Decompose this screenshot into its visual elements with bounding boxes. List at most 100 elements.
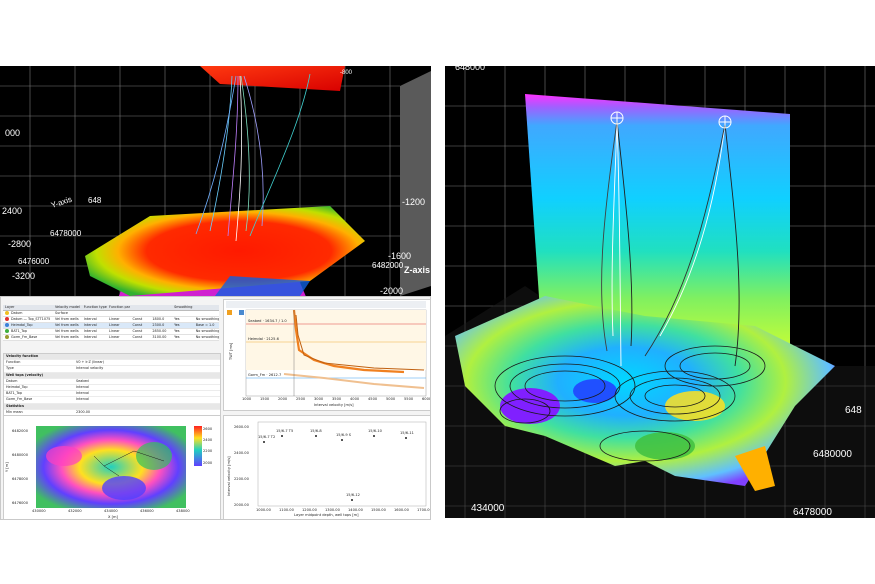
cell[interactable]: Yes: [172, 335, 194, 340]
y-tick-label: 2000.00: [234, 503, 250, 507]
y-tick-label: 2600.00: [234, 425, 250, 429]
y-tick-label: 6482000: [12, 429, 29, 433]
curve-label: Heimdal · 2125.6: [248, 337, 280, 341]
cell[interactable]: Linear: [107, 329, 130, 334]
x-tick-label: 434000: [104, 509, 118, 513]
data-point[interactable]: [405, 437, 407, 439]
tick-y-3: 6476000: [18, 257, 50, 266]
x-tick-label: 5000: [386, 397, 396, 401]
properties-panel[interactable]: Velocity function Function V0 + k·Z (line…: [3, 353, 221, 424]
col-header[interactable]: [130, 305, 150, 310]
cell[interactable]: No smoothing: [194, 329, 219, 334]
x-tick-label: 430000: [32, 509, 46, 513]
curve-label: Seabed · 1634.7 / 1.0: [248, 319, 287, 323]
cell[interactable]: Yes: [172, 323, 194, 328]
x-tick-label: 1200.00: [302, 508, 318, 512]
tick-y-2: 6478000: [50, 229, 82, 238]
table-row[interactable]: Gorm_Fm_Base Vel from wells Interval Lin…: [3, 335, 219, 341]
point-label: 15/6-7 T5: [276, 429, 293, 433]
x-tick-label: 6000: [422, 397, 430, 401]
cell[interactable]: Const: [130, 335, 150, 340]
tick-right-1: -1200: [402, 197, 425, 207]
cell[interactable]: Linear: [107, 335, 130, 340]
viewport-3d-right[interactable]: 648000 648 6480000 6478000 434000: [445, 66, 875, 518]
col-header[interactable]: [150, 305, 172, 310]
velocity-map-view[interactable]: 2600 2400 2200 2000 Y [m] X [m] 6482000 6…: [3, 415, 221, 519]
cell[interactable]: [107, 311, 130, 316]
tick-right-2: -1600: [388, 251, 411, 261]
velocity-model-dialog: Layer Velocity model Function type Funct…: [0, 296, 431, 520]
velocity-settings-table[interactable]: Layer Velocity model Function type Funct…: [3, 305, 219, 341]
data-point[interactable]: [263, 441, 265, 443]
tick-right-low: 6480000: [813, 449, 852, 460]
tick-right-3: -2000: [380, 286, 403, 296]
cell[interactable]: Vel from wells: [53, 335, 82, 340]
tick-y-1: 648: [88, 196, 102, 205]
col-header[interactable]: Function type: [82, 305, 107, 310]
cell[interactable]: Const: [130, 317, 150, 322]
tick-bottom: 6482000: [372, 261, 404, 270]
cell[interactable]: [172, 311, 194, 316]
velocity-depth-crossplot[interactable]: Interval velocity [m/s] Layer midpoint d…: [223, 415, 430, 519]
layer-color-icon: [5, 311, 9, 315]
y-tick-label: 6476000: [12, 501, 29, 505]
point-label: 15/6-9 S: [336, 433, 352, 437]
cell[interactable]: Vel from wells: [53, 323, 82, 328]
cell[interactable]: Yes: [172, 329, 194, 334]
cell[interactable]: [130, 311, 150, 316]
data-point[interactable]: [351, 499, 353, 501]
cell[interactable]: Vel from wells: [53, 329, 82, 334]
x-tick-label: 1000.00: [256, 508, 272, 512]
point-label: 15/6-11: [400, 431, 414, 435]
x-tick-label: 4500: [368, 397, 378, 401]
col-header[interactable]: Layer: [3, 305, 53, 310]
cell[interactable]: 1800.0: [150, 317, 172, 322]
y-tick-label: 2400.00: [234, 451, 250, 455]
cell[interactable]: No smoothing: [194, 317, 219, 322]
map-canvas: 2600 2400 2200 2000 Y [m] X [m] 64820006…: [5, 426, 213, 519]
x-tick-label: 438000: [176, 509, 190, 513]
cell[interactable]: 3100.00: [150, 335, 172, 340]
col-header[interactable]: Function parameters: [107, 305, 130, 310]
colorbar-tick: 2200: [203, 449, 213, 453]
velocity-log-plot[interactable]: Seabed · 1634.7 / 1.0 Heimdal · 2125.6 G…: [223, 299, 430, 411]
data-point[interactable]: [281, 435, 283, 437]
x-tick-label: 3000: [314, 397, 324, 401]
x-tick-label: 4000: [350, 397, 360, 401]
col-header[interactable]: Smoothing: [172, 305, 194, 310]
cell[interactable]: Vel from wells: [53, 317, 82, 322]
cell[interactable]: Const: [130, 323, 150, 328]
cell[interactable]: Yes: [172, 317, 194, 322]
cell[interactable]: Base = 1.0: [194, 323, 219, 328]
y-axis-label: Y [m]: [5, 462, 9, 472]
cell[interactable]: Linear: [107, 317, 130, 322]
cell[interactable]: 2300.0: [150, 323, 172, 328]
cell[interactable]: [82, 311, 107, 316]
cell[interactable]: Interval: [82, 317, 107, 322]
cell[interactable]: Interval: [82, 323, 107, 328]
col-header[interactable]: [194, 305, 219, 310]
viewport-3d-top-left[interactable]: 000 2400 -2800 -3200 Y-axis 648 6478000 …: [0, 66, 431, 296]
x-tick-labels: 1000.00 1100.00 1200.00 1300.00 1400.00 1500.…: [256, 508, 430, 512]
data-point[interactable]: [315, 435, 317, 437]
tick-bottom-right: 6478000: [793, 507, 832, 518]
x-tick-labels: 1000 1500 2000 2500 3000 3500 4000 4500 5000 5500…: [242, 397, 430, 401]
cell[interactable]: No smoothing: [194, 335, 219, 340]
cell: Heimdal_Top: [11, 323, 33, 327]
cell[interactable]: [150, 311, 172, 316]
cell[interactable]: Interval: [82, 329, 107, 334]
data-point[interactable]: [341, 439, 343, 441]
cell[interactable]: Const: [130, 329, 150, 334]
cell[interactable]: [194, 311, 219, 316]
green-zone: [635, 432, 695, 460]
cell[interactable]: Interval: [82, 335, 107, 340]
data-point[interactable]: [373, 435, 375, 437]
cell: Gorm_Fm_Base: [11, 335, 38, 339]
cell[interactable]: 2850.00: [150, 329, 172, 334]
col-header[interactable]: Velocity model: [53, 305, 82, 310]
cell[interactable]: Linear: [107, 323, 130, 328]
x-axis-label: X [m]: [108, 515, 119, 519]
y-tick-labels: 6482000 6480000 6478000 6476000: [12, 429, 29, 505]
crossplot-canvas: Interval velocity [m/s] Layer midpoint d…: [227, 421, 430, 517]
cell[interactable]: Surface: [53, 311, 82, 316]
